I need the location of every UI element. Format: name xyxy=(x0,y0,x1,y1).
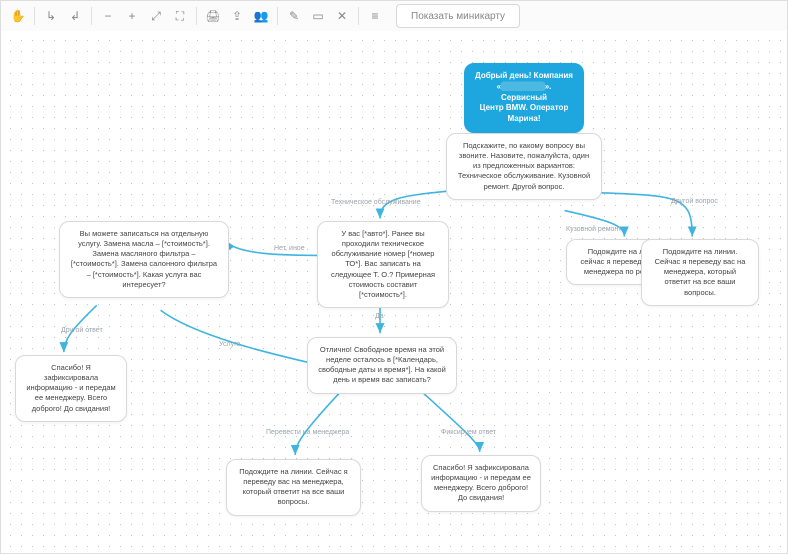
node-root[interactable]: Добрый день! Компания «████████». Сервис… xyxy=(464,63,584,133)
node-services[interactable]: Вы можете записаться на отдельную услугу… xyxy=(59,221,229,298)
separator xyxy=(196,7,197,25)
remove-branch-icon[interactable]: ↲ xyxy=(64,5,86,27)
edge-label-other-q: Другой вопрос xyxy=(671,198,718,205)
node-free[interactable]: Отлично! Свободное время на этой неделе … xyxy=(307,337,457,394)
separator xyxy=(91,7,92,25)
separator xyxy=(34,7,35,25)
edge-label-service: Услуга xyxy=(219,341,240,348)
node-car[interactable]: У вас [*авто*]. Ранее вы проходили техни… xyxy=(317,221,449,308)
edge-label-to-mgr: Перевести на менеджера xyxy=(266,429,349,436)
zoom-out-icon[interactable]: − xyxy=(97,5,119,27)
share-icon[interactable]: ⇪ xyxy=(226,5,248,27)
folder-icon[interactable]: ▭ xyxy=(307,5,329,27)
root-line3: Центр BMW. Оператор xyxy=(474,103,574,114)
zoom-in-icon[interactable]: + xyxy=(121,5,143,27)
root-line1: Добрый день! Компания xyxy=(474,71,574,82)
fit-icon[interactable]: ⤢ xyxy=(145,5,167,27)
edge-label-tech: Техническое обслуживание xyxy=(331,199,421,206)
root-line2: «████████». Сервисный xyxy=(474,82,574,104)
edge-label-yes: Да xyxy=(375,313,384,320)
fullscreen-icon[interactable]: ⛶ xyxy=(169,5,191,27)
people-icon[interactable]: 👥 xyxy=(250,5,272,27)
node-thanks[interactable]: Спасибо! Я зафиксировала информацию - и … xyxy=(15,355,127,422)
edit-icon[interactable]: ✎ xyxy=(283,5,305,27)
toolbar: ✋ ↳ ↲ − + ⤢ ⛶ 🖨 ⇪ 👥 ✎ ▭ ✕ ≡ Показать мин… xyxy=(1,1,787,32)
edge-label-other-a: Другой ответ xyxy=(61,327,103,334)
hand-icon[interactable]: ✋ xyxy=(7,5,29,27)
show-minimap-button[interactable]: Показать миникарту xyxy=(396,4,520,28)
edge-label-fix: Фиксируем ответ xyxy=(441,429,496,436)
root-line4: Марина! xyxy=(474,114,574,125)
node-other-wait[interactable]: Подождите на линии. Сейчас я переведу ва… xyxy=(641,239,759,306)
separator xyxy=(358,7,359,25)
canvas[interactable]: Техническое обслуживание Кузовной ремонт… xyxy=(1,31,787,553)
menu-icon[interactable]: ≡ xyxy=(364,5,386,27)
app-window: ✋ ↳ ↲ − + ⤢ ⛶ 🖨 ⇪ 👥 ✎ ▭ ✕ ≡ Показать мин… xyxy=(0,0,788,554)
print-icon[interactable]: 🖨 xyxy=(202,5,224,27)
node-ask[interactable]: Подскажите, по какому вопросу вы звоните… xyxy=(446,133,602,200)
edge-label-no: Нет, иное xyxy=(274,245,305,252)
node-thanks2[interactable]: Спасибо! Я зафиксировала информацию - и … xyxy=(421,455,541,512)
add-branch-icon[interactable]: ↳ xyxy=(40,5,62,27)
separator xyxy=(277,7,278,25)
node-mgr-wait[interactable]: Подождите на линии. Сейчас я переведу ва… xyxy=(226,459,361,516)
edge-label-body: Кузовной ремонт xyxy=(566,226,622,233)
delete-icon[interactable]: ✕ xyxy=(331,5,353,27)
